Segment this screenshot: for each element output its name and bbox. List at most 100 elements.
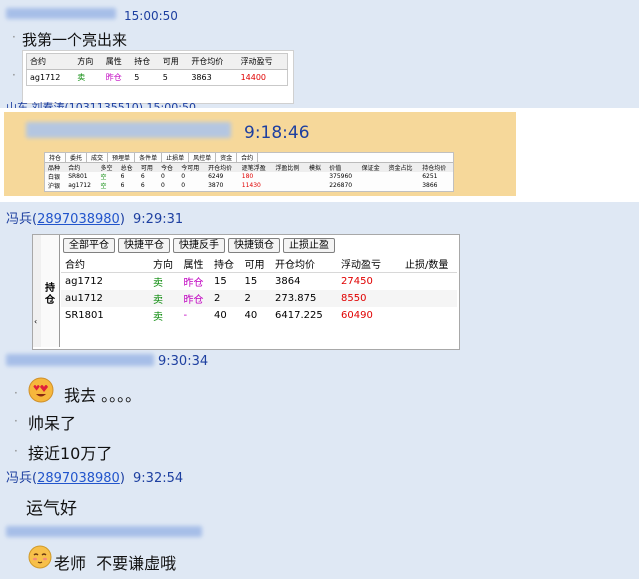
tab[interactable]: 条件单 bbox=[135, 153, 163, 162]
tab[interactable]: 合约 bbox=[237, 153, 259, 162]
col-attribute: 属性 bbox=[179, 255, 210, 273]
col-pnl: 浮动盈亏 bbox=[237, 53, 288, 70]
cell: 6 bbox=[140, 182, 145, 189]
col-avg-price: 开仓均价 bbox=[188, 53, 238, 70]
tab[interactable]: 风控单 bbox=[189, 153, 217, 162]
sender-line: 冯兵(2897038980) 9:29:31 bbox=[6, 212, 184, 227]
quick-reverse-button[interactable]: 快捷反手 bbox=[173, 238, 225, 253]
cell-attribute: - bbox=[183, 310, 188, 321]
cell-stoploss-qty bbox=[401, 290, 457, 307]
cell-pnl: 8550 bbox=[337, 290, 401, 307]
collapse-arrow-icon[interactable]: ‹ bbox=[34, 317, 37, 326]
cell: 0 bbox=[181, 182, 186, 189]
cell: 6 bbox=[120, 173, 125, 180]
cell-available: 40 bbox=[244, 310, 258, 321]
message-text: 我去 。。。。 bbox=[64, 386, 142, 405]
tab[interactable]: 止损单 bbox=[162, 153, 190, 162]
header-cell: 合约 bbox=[68, 165, 81, 172]
col-available: 可用 bbox=[159, 53, 189, 70]
heart-eyes-emoji-icon bbox=[28, 377, 54, 403]
table-row[interactable]: 沪银 ag1712 空 6 6 0 0 3870 11430 226870 3866 bbox=[45, 181, 453, 190]
table-row[interactable]: ag1712 卖 昨仓 5 5 3863 14400 bbox=[27, 70, 288, 86]
close-all-button[interactable]: 全部平仓 bbox=[63, 238, 115, 253]
cell: 空 bbox=[100, 174, 107, 181]
cell: 375960 bbox=[329, 173, 353, 180]
cell-contract: au1712 bbox=[61, 290, 149, 307]
side-tab-positions[interactable]: 持仓 bbox=[44, 283, 56, 307]
header-cell: 品种 bbox=[48, 165, 61, 172]
chat-panel-1: 15:00:50 · 我第一个亮出来 · 合约 方向 属性 持仓 可用 开仓均价… bbox=[0, 0, 639, 108]
cell: ag1712 bbox=[68, 182, 91, 189]
bullet: · bbox=[12, 30, 16, 44]
bullet: · bbox=[14, 444, 18, 458]
bullet: · bbox=[12, 68, 16, 82]
bullet: · bbox=[14, 386, 18, 400]
header-cell: 模拟 bbox=[309, 165, 322, 172]
cell bbox=[386, 181, 420, 190]
position-table: 合约 方向 属性 持仓 可用 开仓均价 浮动盈亏 ag1712 卖 昨仓 5 5… bbox=[26, 53, 288, 86]
cell-attribute: 昨仓 bbox=[179, 290, 210, 307]
trading-screenshot: ‹ 持仓 全部平仓 快捷平仓 快捷反手 快捷锁仓 止损止盈 合约 方向 属性 持… bbox=[32, 234, 460, 350]
cell-direction: 卖 bbox=[77, 73, 86, 82]
message-time: 9:30:34 bbox=[158, 354, 209, 369]
cell bbox=[306, 181, 326, 190]
cell-attribute: 昨仓 bbox=[105, 73, 122, 82]
tab[interactable]: 持仓 bbox=[45, 153, 67, 162]
table-row[interactable]: au1712 卖 昨仓 2 2 273.875 8550 bbox=[61, 290, 457, 307]
sender-qq-link[interactable]: 2897038980 bbox=[37, 471, 120, 486]
chat-panel-3: 冯兵(2897038980) 9:29:31 ‹ 持仓 全部平仓 快捷平仓 快捷… bbox=[0, 202, 639, 579]
cell-direction: 卖 bbox=[149, 290, 180, 307]
quick-close-button[interactable]: 快捷平仓 bbox=[118, 238, 170, 253]
quick-lock-button[interactable]: 快捷锁仓 bbox=[228, 238, 280, 253]
cell: 6 bbox=[140, 173, 145, 180]
cell-avg-price: 273.875 bbox=[271, 290, 337, 307]
cell-contract: ag1712 bbox=[30, 73, 61, 82]
cell-contract: ag1712 bbox=[65, 276, 103, 287]
cell-available: 5 bbox=[162, 73, 168, 82]
col-available: 可用 bbox=[240, 255, 271, 273]
message-time: 9:29:31 bbox=[133, 212, 184, 227]
cell bbox=[272, 181, 306, 190]
header-cell: 可用 bbox=[140, 165, 153, 172]
col-holding: 持仓 bbox=[210, 255, 241, 273]
table-row[interactable]: SR1801 卖 - 40 40 6417.225 60490 bbox=[61, 307, 457, 324]
sender-qq-link[interactable]: 2897038980 bbox=[37, 212, 120, 227]
message-time: 9:18:46 bbox=[244, 123, 310, 143]
sender-name[interactable]: 冯兵 bbox=[6, 471, 32, 486]
col-contract: 合约 bbox=[61, 255, 149, 273]
cell-available: 15 bbox=[244, 276, 258, 287]
cell: 6 bbox=[120, 182, 125, 189]
cell: 空 bbox=[100, 183, 107, 190]
tab[interactable]: 资金 bbox=[216, 153, 238, 162]
message-time: 9:32:54 bbox=[133, 471, 184, 486]
col-stoploss-qty: 止损/数量 bbox=[401, 255, 457, 273]
stop-loss-profit-button[interactable]: 止损止盈 bbox=[283, 238, 335, 253]
table-row[interactable]: 白银 SR801 空 6 6 0 0 6249 180 375960 6251 bbox=[45, 172, 453, 181]
header-cell: 今可用 bbox=[181, 165, 200, 172]
table-row[interactable]: ag1712 卖 昨仓 15 15 3864 27450 bbox=[61, 273, 457, 291]
cell bbox=[386, 172, 420, 181]
cell: 11430 bbox=[241, 182, 261, 189]
tab[interactable]: 成交 bbox=[87, 153, 109, 162]
cell-direction: 卖 bbox=[153, 278, 163, 289]
col-avg-price: 开仓均价 bbox=[271, 255, 337, 273]
tab[interactable]: 预埋单 bbox=[108, 153, 136, 162]
col-direction: 方向 bbox=[74, 53, 103, 70]
blurred-sender-name bbox=[6, 526, 202, 537]
sender-name[interactable]: 冯兵 bbox=[6, 212, 32, 227]
cell-pnl: 27450 bbox=[341, 276, 373, 287]
table-header: 合约 方向 属性 持仓 可用 开仓均价 浮动盈亏 止损/数量 bbox=[61, 255, 457, 273]
tab[interactable]: 委托 bbox=[66, 153, 88, 162]
cell: 0 bbox=[161, 173, 165, 180]
cell-avg-price: 6417.225 bbox=[275, 310, 323, 321]
cell-pnl: 14400 bbox=[240, 73, 267, 82]
table-header: 品种 合约 多空 总仓 可用 今仓 今可用 开仓均价 逐笔浮盈 浮盈比例 模拟 价值 保证金 资金占比 持仓… bbox=[45, 163, 453, 172]
cell bbox=[306, 172, 326, 181]
cell-holding: 15 bbox=[214, 276, 227, 287]
cell-stoploss-qty bbox=[401, 273, 457, 291]
header-cell: 逐笔浮盈 bbox=[241, 165, 266, 172]
cell-contract: SR1801 bbox=[65, 310, 104, 321]
cell-available: 2 bbox=[240, 290, 271, 307]
cell: 0 bbox=[181, 173, 186, 180]
cell: 6251 bbox=[422, 173, 438, 180]
